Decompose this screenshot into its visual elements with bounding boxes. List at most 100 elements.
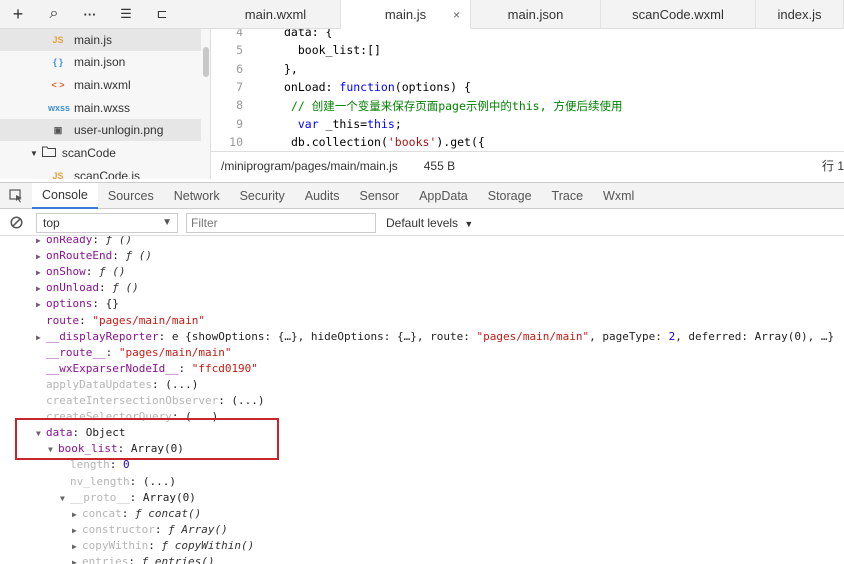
file-type-icon: ▣ — [53, 124, 63, 135]
expand-right-icon[interactable]: ▶ — [72, 539, 82, 555]
line-number: 8 — [236, 98, 243, 113]
file-name: main.json — [74, 55, 126, 69]
property-token: ƒ entries() — [141, 555, 215, 564]
code-token: // 创建一个变量来保存页面page示例中的this, 方便后续使用 — [290, 99, 623, 114]
devtools-tab-console[interactable]: Console — [32, 182, 98, 209]
console-filter-bar: top ▼ Default levels ▼ — [0, 210, 844, 236]
property-token: : (...) — [218, 394, 265, 407]
chevron-down-icon: ▼ — [162, 217, 172, 228]
tree-file-main-json[interactable]: { } main.json — [0, 51, 201, 73]
console-property-row[interactable]: ▶ onShow: ƒ () — [36, 264, 126, 280]
expand-right-icon[interactable]: ▶ — [36, 265, 46, 281]
devtools-tab-storage[interactable]: Storage — [478, 183, 542, 209]
expand-right-icon[interactable]: ▶ — [72, 555, 82, 564]
log-levels-dropdown[interactable]: Default levels ▼ — [386, 216, 473, 230]
console-property-row[interactable]: ▶ copyWithin: ƒ copyWithin() — [72, 538, 254, 554]
console-property-row[interactable]: __route__: "pages/main/main" — [36, 345, 231, 361]
console-property-row[interactable]: ▶ options: {} — [36, 296, 119, 312]
devtools-tab-wxml[interactable]: Wxml — [593, 183, 644, 209]
tab-label: main.json — [507, 7, 564, 22]
expand-right-icon[interactable]: ▶ — [72, 507, 82, 523]
code-token: onLoad: — [284, 79, 340, 94]
tab-main-js[interactable]: main.js × — [341, 0, 471, 29]
file-type-icon: { } — [53, 57, 63, 67]
file-size: 455 B — [423, 158, 456, 173]
property-token: : — [109, 458, 123, 472]
expand-right-icon[interactable]: ▶ — [36, 249, 46, 265]
close-icon[interactable]: × — [453, 8, 460, 22]
console-property-row[interactable]: ▶ constructor: ƒ Array() — [72, 522, 228, 538]
property-token: route — [46, 313, 80, 327]
property-token: ƒ () — [112, 281, 139, 295]
filter-input[interactable] — [186, 212, 376, 233]
property-token: onReady — [46, 236, 93, 246]
property-token: ƒ Array() — [168, 522, 228, 536]
property-token: : — [105, 345, 119, 359]
console-property-row[interactable]: nv_length: (...) — [60, 474, 176, 490]
tab-main-wxml[interactable]: main.wxml — [211, 0, 341, 29]
context-selector[interactable]: top ▼ — [36, 212, 178, 233]
inspect-icon[interactable] — [0, 188, 32, 203]
more-icon[interactable]: ··· — [72, 0, 108, 29]
tree-file-main-js[interactable]: JS main.js — [0, 29, 201, 51]
plus-icon[interactable]: + — [0, 0, 36, 29]
console-property-row[interactable]: ▼ __proto__: Array(0) — [60, 490, 196, 506]
devtools-tab-trace[interactable]: Trace — [542, 183, 594, 209]
code-editor[interactable]: 4 data: {5 book_list:[] 6}, 7 onLoad: functi… — [211, 29, 844, 151]
search-icon[interactable]: ⌕ — [36, 0, 72, 29]
clear-console-icon[interactable] — [0, 216, 32, 229]
console-property-row[interactable]: ▶ onReady: ƒ () — [36, 236, 132, 248]
log-levels-label: Default levels — [386, 215, 459, 230]
property-token: __wxExparserNodeId__ — [46, 361, 179, 375]
property-token: : — [92, 236, 106, 246]
tab-main-json[interactable]: main.json — [471, 0, 601, 29]
code-token: function — [339, 79, 395, 94]
property-token: createIntersectionObserver — [46, 394, 219, 407]
tab-scanCode-wxml[interactable]: scanCode.wxml — [601, 0, 756, 29]
devtools-tab-security[interactable]: Security — [230, 183, 295, 209]
tab-label: main.js — [384, 6, 427, 22]
console-property-row[interactable]: ▶ concat: ƒ concat() — [72, 506, 201, 522]
tree-file-user-unlogin-png[interactable]: ▣ user-unlogin.png — [0, 119, 201, 141]
tree-file-scancode-js[interactable]: JS scanCode.js — [0, 165, 140, 179]
split-view-icon[interactable]: ⊏ — [144, 0, 180, 29]
file-name: main.js — [74, 33, 113, 47]
console-property-row[interactable]: route: "pages/main/main" — [36, 313, 205, 329]
property-token: onShow — [46, 265, 86, 279]
console-property-row[interactable]: createIntersectionObserver: (...) — [36, 393, 265, 409]
tab-label: index.js — [777, 7, 822, 22]
devtools-tab-sources[interactable]: Sources — [98, 183, 164, 209]
collapse-all-icon[interactable]: ☰ — [108, 0, 144, 29]
editor-tab-bar: main.wxml main.js × main.json scanCode.wxml i… — [211, 0, 844, 29]
property-token: : {} — [92, 297, 119, 311]
console-property-row[interactable]: ▶ entries: ƒ entries() — [72, 554, 214, 564]
tree-scrollbar[interactable] — [203, 47, 209, 77]
console-property-row[interactable]: applyDataUpdates: (...) — [36, 377, 198, 393]
console-output[interactable]: ▶ onReady: ƒ () ▶ onRouteEnd: ƒ () ▶ onShow: … — [0, 236, 844, 564]
devtools-tab-sensor[interactable]: Sensor — [349, 183, 409, 209]
devtools-tab-audits[interactable]: Audits — [295, 183, 350, 209]
expand-right-icon[interactable]: ▶ — [36, 281, 46, 297]
property-token: ƒ () — [99, 265, 126, 279]
property-token: ƒ () — [105, 236, 133, 246]
console-property-row[interactable]: ▶ __displayReporter: e {showOptions: {…},… — [36, 329, 834, 345]
console-property-row[interactable]: ▶ onUnload: ƒ () — [36, 280, 139, 296]
console-property-row[interactable]: ▶ onRouteEnd: ƒ () — [36, 248, 152, 264]
expand-right-icon[interactable]: ▶ — [36, 297, 46, 313]
property-token: entries — [82, 555, 129, 564]
property-token: , pageType: — [589, 329, 669, 343]
property-token: __proto__ — [70, 490, 130, 504]
expand-right-icon[interactable]: ▶ — [36, 236, 46, 249]
tree-folder-scancode[interactable]: ▼ scanCode — [0, 142, 116, 164]
console-property-row[interactable]: __wxExparserNodeId__: "ffcd0190" — [36, 361, 258, 377]
devtools-tab-network[interactable]: Network — [164, 183, 230, 209]
expand-down-icon[interactable]: ▼ — [60, 491, 70, 507]
tree-file-main-wxss[interactable]: wxss main.wxss — [0, 97, 201, 119]
tab-label: scanCode.wxml — [632, 7, 724, 22]
devtools-tab-appdata[interactable]: AppData — [409, 183, 478, 209]
tab-index-js[interactable]: index.js — [756, 0, 844, 29]
expand-right-icon[interactable]: ▶ — [72, 523, 82, 539]
tree-file-main-wxml[interactable]: < > main.wxml — [0, 74, 201, 96]
code-text: book_list:[] — [284, 43, 381, 57]
expand-right-icon[interactable]: ▶ — [36, 330, 46, 346]
